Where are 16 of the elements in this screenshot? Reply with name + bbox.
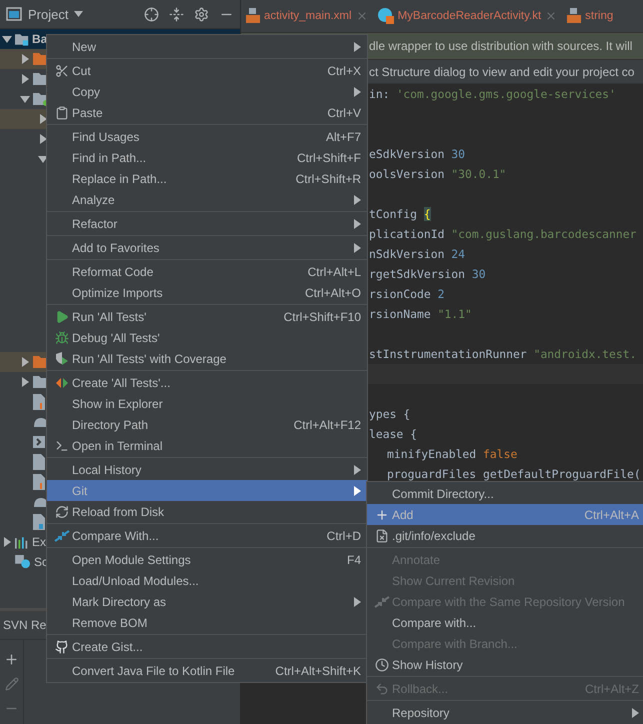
banner-text: dle wrapper to use distribution with sources. It will <box>369 39 632 53</box>
banner-text: ct Structure dialog to view and edit your project co <box>369 64 634 78</box>
code-line: proguardFiles getDefaultProguardFile( <box>387 467 641 481</box>
code-line: in: 'com.google.gms.google-services' <box>369 87 616 101</box>
code-line: plicationId "com.guslang.barcodescanner <box>369 227 636 241</box>
code-line: lease { <box>369 427 418 441</box>
code-line: stInstrumentationRunner "androidx.test. <box>369 347 636 361</box>
code-line: rsionCode 2 <box>369 287 444 301</box>
code-line: minifyEnabled false <box>387 447 518 461</box>
code-line: ypes { <box>369 407 410 421</box>
code-line: tConfig { <box>369 207 431 221</box>
code-line: oolsVersion "30.0.1" <box>369 167 506 181</box>
code-line: eSdkVersion 30 <box>369 147 466 161</box>
code-line: rsionName "1.1" <box>369 307 472 321</box>
code-line: nSdkVersion 24 <box>369 247 466 261</box>
code-line: rgetSdkVersion 30 <box>369 267 486 281</box>
